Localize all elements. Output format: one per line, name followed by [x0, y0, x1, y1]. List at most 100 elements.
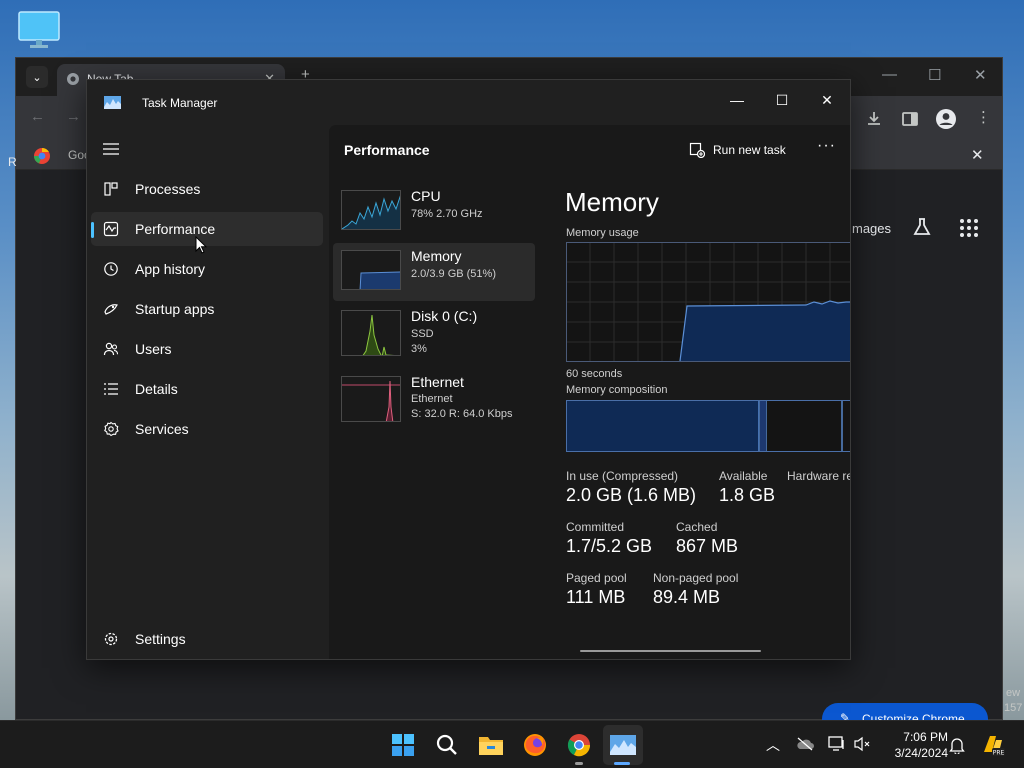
committed-value: 1.7/5.2 GB	[566, 536, 653, 556]
search-icon[interactable]	[433, 731, 461, 759]
perf-name: Disk 0 (C:)	[411, 308, 478, 324]
file-explorer-icon[interactable]	[477, 731, 505, 759]
nav-label: App history	[135, 261, 206, 277]
chrome-close-icon[interactable]: ✕	[974, 66, 987, 84]
profile-icon[interactable]	[935, 108, 957, 130]
perf-detail: 3%	[411, 343, 427, 355]
bar-close-icon[interactable]: ✕	[971, 146, 984, 164]
download-icon[interactable]	[865, 110, 883, 128]
svg-text:PRE: PRE	[993, 750, 1005, 757]
run-task-icon	[689, 142, 705, 158]
task-manager-icon[interactable]	[609, 731, 637, 759]
left-edge-letter: R	[8, 155, 17, 169]
available-value: 1.8 GB	[719, 485, 776, 505]
page-title: Performance	[344, 142, 430, 158]
copilot-pre-icon[interactable]: PRE	[980, 732, 1006, 758]
perf-detail: 2.0/3.9 GB (51%)	[411, 268, 496, 280]
tray-overflow-chevron-icon[interactable]: ︿	[766, 735, 780, 755]
side-text-bottom: 157	[1004, 702, 1023, 714]
cached-label: Cached	[676, 520, 718, 534]
maximize-button[interactable]: ☐	[760, 86, 804, 114]
google-favicon-icon	[34, 148, 50, 164]
side-panel-icon[interactable]	[901, 110, 919, 128]
available-label: Available	[719, 469, 768, 483]
perf-item-disk[interactable]: Disk 0 (C:) SSD 3%	[333, 303, 535, 361]
forward-icon[interactable]: →	[66, 108, 81, 125]
notification-bell-icon[interactable]	[949, 736, 965, 754]
nav-item-services[interactable]: Services	[91, 412, 323, 446]
onedrive-offline-icon[interactable]	[796, 737, 814, 751]
paged-pool-value: 111 MB	[566, 587, 626, 607]
tab-search-chevron-icon[interactable]: ⌄	[26, 66, 48, 88]
task-manager-app-icon	[104, 96, 121, 109]
horizontal-scrollbar[interactable]	[580, 650, 761, 652]
network-icon[interactable]	[828, 736, 846, 752]
nav-item-performance[interactable]: Performance	[91, 212, 323, 246]
windows-start-icon[interactable]	[389, 731, 417, 759]
perf-name: CPU	[411, 188, 441, 204]
paged-pool-label: Paged pool	[566, 571, 627, 585]
services-icon	[104, 421, 119, 437]
taskbar: ︿ 7:06 PM 3/24/2024 PRE	[0, 720, 1024, 768]
perf-item-ethernet[interactable]: Ethernet Ethernet S: 32.0 R: 64.0 Kbps	[333, 369, 535, 427]
selection-indicator	[91, 222, 94, 238]
apps-grid-icon[interactable]	[959, 218, 979, 238]
performance-icon	[103, 221, 119, 237]
perf-detail: 78% 2.70 GHz	[411, 208, 483, 220]
nav-item-startup-apps[interactable]: Startup apps	[91, 292, 323, 326]
chrome-icon[interactable]	[565, 731, 593, 759]
chrome-running-indicator	[575, 762, 583, 765]
non-paged-pool-value: 89.4 MB	[653, 587, 721, 607]
close-button[interactable]: ✕	[805, 86, 849, 114]
nav-label: Performance	[135, 221, 216, 237]
nav-label: Startup apps	[135, 301, 215, 317]
nav-label: Details	[135, 381, 178, 397]
mouse-cursor-icon	[195, 236, 207, 254]
minimize-button[interactable]: —	[715, 86, 759, 114]
task-manager-window: Task Manager — ☐ ✕ Processes Performance A…	[86, 79, 851, 660]
labs-flask-icon[interactable]	[911, 216, 933, 238]
non-paged-pool-label: Non-paged pool	[653, 571, 739, 585]
ethernet-thumbnail	[341, 376, 401, 422]
nav-item-users[interactable]: Users	[91, 332, 323, 366]
nav-item-details[interactable]: Details	[91, 372, 323, 406]
perf-detail: SSD	[411, 328, 434, 340]
processes-icon	[104, 182, 118, 196]
in-use-value: 2.0 GB (1.6 MB)	[566, 485, 697, 505]
chrome-minimize-icon[interactable]: —	[882, 66, 897, 83]
nav-settings[interactable]: Settings	[91, 622, 323, 656]
run-new-task-label: Run new task	[713, 143, 786, 157]
window-title: Task Manager	[142, 96, 218, 110]
nav-item-app-history[interactable]: App history	[91, 252, 323, 286]
memory-heading: Memory	[565, 187, 659, 217]
system-clock[interactable]: 7:06 PM 3/24/2024	[878, 729, 948, 761]
nav-item-processes[interactable]: Processes	[91, 172, 323, 206]
clock-time: 7:06 PM	[903, 730, 948, 744]
chrome-menu-icon[interactable]: ⋮	[976, 108, 991, 126]
back-icon[interactable]: ←	[30, 108, 45, 125]
firefox-icon[interactable]	[521, 731, 549, 759]
perf-item-memory[interactable]: Memory 2.0/3.9 GB (51%)	[333, 243, 535, 301]
settings-gear-icon	[104, 632, 118, 646]
nav-label: Processes	[135, 181, 201, 197]
nav-label-settings: Settings	[135, 631, 186, 647]
monitor-icon[interactable]	[17, 10, 61, 50]
navigation-pane: Processes Performance App history Startup a…	[87, 125, 329, 659]
nav-label: Users	[135, 341, 172, 357]
memory-composition-label: Memory composition	[566, 384, 668, 396]
volume-muted-icon[interactable]	[853, 736, 871, 752]
memory-thumbnail	[341, 250, 401, 290]
perf-name: Memory	[411, 248, 462, 264]
cached-value: 867 MB	[676, 536, 739, 556]
memory-usage-graph	[566, 242, 850, 362]
perf-item-cpu[interactable]: CPU 78% 2.70 GHz	[333, 183, 535, 241]
run-new-task-button[interactable]: Run new task	[689, 139, 786, 161]
more-options-icon[interactable]: ···	[817, 137, 836, 155]
hamburger-menu-icon[interactable]	[103, 143, 119, 155]
chrome-maximize-icon[interactable]: ☐	[928, 66, 941, 84]
title-bar[interactable]: Task Manager — ☐ ✕	[87, 80, 850, 125]
chrome-favicon-icon	[67, 73, 79, 85]
google-images-link[interactable]: mages	[852, 221, 891, 236]
memory-usage-label: Memory usage	[566, 227, 639, 239]
committed-label: Committed	[566, 520, 625, 534]
